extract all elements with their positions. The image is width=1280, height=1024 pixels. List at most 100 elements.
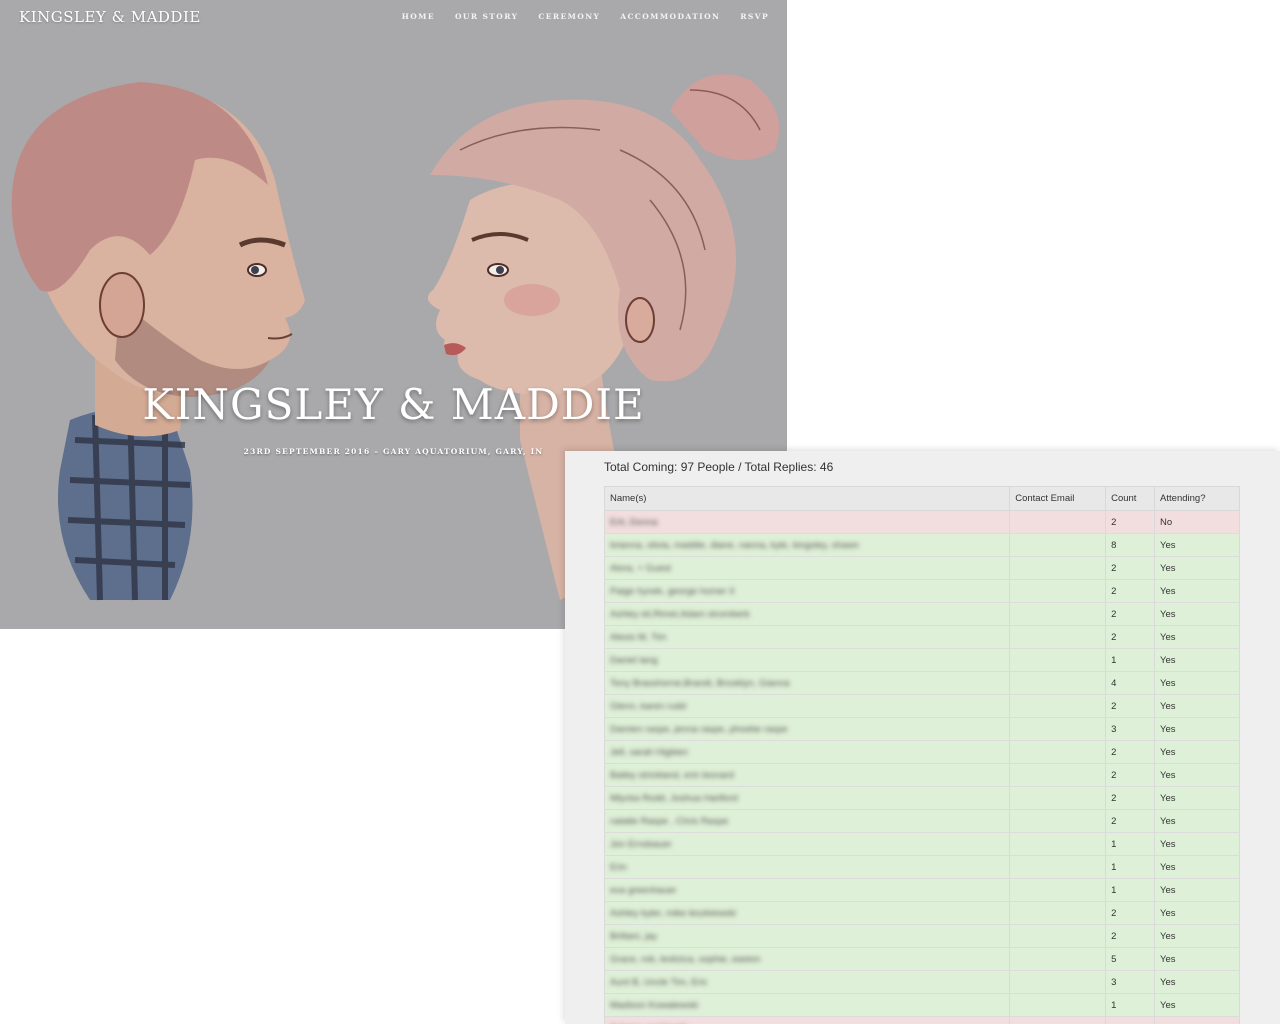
attending-status-cell: Yes — [1154, 970, 1240, 994]
table-row: Brittani, jay 2 Yes — [603, 924, 1240, 948]
table-row: Ashley kyler, mike leszkiewski 2 Yes — [603, 901, 1240, 925]
attending-status-cell-text: Yes — [1160, 884, 1176, 896]
attending-status-cell-text: Yes — [1160, 976, 1176, 988]
attending-status-cell-text: Yes — [1160, 907, 1176, 919]
nav-our-story[interactable]: OUR STORY — [455, 12, 518, 21]
contact-email-cell — [1009, 556, 1107, 580]
guest-count-cell-text: 2 — [1111, 907, 1117, 919]
table-row: Aunt B, Uncle Tim, Eric 3 Yes — [603, 970, 1240, 994]
guest-count-cell-text: 3 — [1111, 723, 1117, 735]
attending-status-cell: Yes — [1154, 648, 1240, 672]
guest-names-cell-text: Aunt B, Uncle Tim, Eric — [610, 976, 708, 988]
contact-email-cell — [1009, 671, 1107, 695]
guest-count-cell-text: 2 — [1111, 769, 1117, 781]
nav-rsvp[interactable]: RSVP — [740, 12, 769, 21]
guest-names-cell: Paige hynek, george homer II — [603, 579, 1011, 603]
guest-count-cell: 1 — [1105, 993, 1156, 1017]
guest-names-cell: Jell, sarah Higbien — [603, 740, 1011, 764]
guest-count-cell: 2 — [1105, 924, 1156, 948]
nav-accommodation[interactable]: ACCOMMODATION — [620, 12, 720, 21]
attending-status-cell-text: Yes — [1160, 838, 1176, 850]
guest-names-cell: Alexis M, Tim — [603, 625, 1011, 649]
guest-names-cell: Erin — [603, 855, 1011, 879]
guest-count-cell: 4 — [1105, 671, 1156, 695]
guest-count-cell-text: 2 — [1111, 631, 1117, 643]
attending-status-cell: Yes — [1154, 855, 1240, 879]
guest-names-cell: Grace, rob, leslizica, sophie, easton — [603, 947, 1011, 971]
table-row: Mlycka Rodd, Joshua Hartford 2 Yes — [603, 786, 1240, 810]
table-row: Alexis M, Tim 2 Yes — [603, 625, 1240, 649]
guest-names-cell-text: Paige hynek, george homer II — [610, 585, 735, 597]
attending-status-cell: Yes — [1154, 533, 1240, 557]
guest-count-cell-text: 3 — [1111, 976, 1117, 988]
attending-status-cell: Yes — [1154, 625, 1240, 649]
guest-names-cell: Sabrina and family — [603, 1016, 1011, 1024]
nav-ceremony[interactable]: CEREMONY — [538, 12, 600, 21]
guest-names-cell: Damien raspe, jenna raspe, phoebe raspe — [603, 717, 1011, 741]
attending-status-cell: Yes — [1154, 694, 1240, 718]
table-row: Ashley eli,Rimel,Adam stromberk 2 Yes — [603, 602, 1240, 626]
rsvp-table-body: Erit, Donna 2 No brianna, olivia, maddie, d… — [603, 510, 1240, 1024]
guest-count-cell-text: 1 — [1111, 838, 1117, 850]
guest-count-cell: 1 — [1105, 878, 1156, 902]
guest-names-cell: Aunt B, Uncle Tim, Eric — [603, 970, 1011, 994]
guest-count-cell-text: 2 — [1111, 815, 1117, 827]
guest-count-cell-text: 1 — [1111, 861, 1117, 873]
attending-status-cell-text: Yes — [1160, 792, 1176, 804]
guest-names-cell-text: Daniel lang — [610, 654, 658, 666]
attending-status-cell-text: Yes — [1160, 631, 1176, 643]
guest-names-cell-text: Erin — [610, 861, 627, 873]
attending-status-cell: Yes — [1154, 602, 1240, 626]
guest-count-cell: 8 — [1105, 533, 1156, 557]
table-row: Alora, + Guest 2 Yes — [603, 556, 1240, 580]
guest-names-cell-text: Ashley kyler, mike leszkiewski — [610, 907, 737, 919]
guest-names-cell: Erit, Donna — [603, 510, 1011, 534]
guest-count-cell-text: 2 — [1111, 562, 1117, 574]
guest-count-cell: 5 — [1105, 947, 1156, 971]
table-row: Daniel lang 1 Yes — [603, 648, 1240, 672]
table-row: Erit, Donna 2 No — [603, 510, 1240, 534]
attending-status-cell: Yes — [1154, 786, 1240, 810]
contact-email-cell — [1009, 901, 1107, 925]
table-row: Tony Brasshorne,Brandi, Brooklyn, Gianna… — [603, 671, 1240, 695]
guest-names-cell-text: Glenn, karen rudd — [610, 700, 687, 712]
nav-home[interactable]: HOME — [402, 12, 435, 21]
guest-count-cell-text: 2 — [1111, 792, 1117, 804]
attending-status-cell-text: Yes — [1160, 861, 1176, 873]
contact-email-cell — [1009, 924, 1107, 948]
column-header-email[interactable]: Contact Email — [1009, 486, 1107, 511]
rsvp-totals: Total Coming: 97 People / Total Replies:… — [604, 460, 834, 474]
table-row: Jon Ernsbauer 1 Yes — [603, 832, 1240, 856]
guest-names-cell: Brittani, jay — [603, 924, 1011, 948]
attending-status-cell-text: Yes — [1160, 608, 1176, 620]
column-header-names[interactable]: Name(s) — [603, 486, 1011, 511]
contact-email-cell — [1009, 625, 1107, 649]
attending-status-cell-text: Yes — [1160, 700, 1176, 712]
hero-title: KINGSLEY & MADDIE — [142, 380, 645, 429]
attending-status-cell-text: Yes — [1160, 930, 1176, 942]
attending-status-cell-text: Yes — [1160, 746, 1176, 758]
guest-count-cell-text: 1 — [1111, 654, 1117, 666]
attending-status-cell: Yes — [1154, 993, 1240, 1017]
contact-email-cell — [1009, 970, 1107, 994]
table-row: Madison Kowalewski 1 Yes — [603, 993, 1240, 1017]
guest-count-cell-text: 2 — [1111, 746, 1117, 758]
guest-count-cell-text: 2 — [1111, 700, 1117, 712]
contact-email-cell — [1009, 740, 1107, 764]
guest-names-cell-text: Ashley eli,Rimel,Adam stromberk — [610, 608, 750, 620]
contact-email-cell — [1009, 878, 1107, 902]
guest-names-cell: Glenn, karen rudd — [603, 694, 1011, 718]
rsvp-admin-panel: Total Coming: 97 People / Total Replies:… — [565, 451, 1280, 1024]
guest-count-cell-text: 2 — [1111, 930, 1117, 942]
column-header-attending[interactable]: Attending? — [1154, 486, 1240, 511]
attending-status-cell-text: Yes — [1160, 562, 1176, 574]
guest-names-cell: Mlycka Rodd, Joshua Hartford — [603, 786, 1011, 810]
table-row: Sabrina and family 2No — [603, 1016, 1240, 1024]
column-header-count[interactable]: Count — [1105, 486, 1156, 511]
guest-names-cell: Ashley kyler, mike leszkiewski — [603, 901, 1011, 925]
site-brand-logo[interactable]: KINGSLEY & MADDIE — [19, 8, 201, 26]
table-row: Glenn, karen rudd 2 Yes — [603, 694, 1240, 718]
table-row: Damien raspe, jenna raspe, phoebe raspe 3… — [603, 717, 1240, 741]
attending-status-cell: Yes — [1154, 717, 1240, 741]
guest-names-cell-text: Brittani, jay — [610, 930, 657, 942]
